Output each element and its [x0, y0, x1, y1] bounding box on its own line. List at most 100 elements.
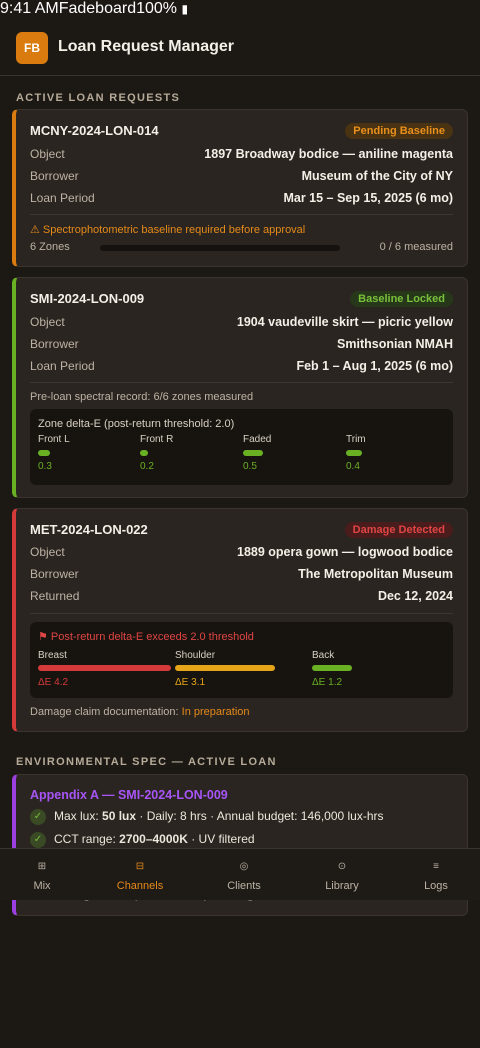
status-bar: 9:41 AMFadeboard100% ▮: [0, 0, 188, 20]
cct-value: 2700–4000K: [119, 832, 188, 847]
tab-mix[interactable]: ⊞ Mix: [0, 849, 90, 901]
loan-id: MET-2024-LON-022: [30, 522, 148, 537]
library-icon: ⊙: [337, 861, 347, 872]
lux-suffix: · Daily: 8 hrs · Annual budget: 146,000 …: [136, 809, 384, 824]
zone-bar-shoulder: [175, 665, 275, 671]
tab-label: Mix: [33, 880, 51, 892]
detail-key: Object: [30, 315, 65, 329]
zone-bar-faded: [243, 450, 263, 456]
detail-key: Borrower: [30, 169, 79, 183]
tab-library[interactable]: ⊙ Library: [294, 849, 390, 901]
status-badge: Baseline Locked: [350, 291, 453, 307]
tab-label: Library: [325, 880, 359, 892]
detail-key: Object: [30, 147, 65, 161]
measured-count: 0 / 6 measured: [379, 241, 453, 253]
tab-label: Logs: [424, 880, 448, 892]
lux-value: 50 lux: [102, 809, 137, 824]
zone-bar-back: [312, 665, 352, 671]
detail-row-borrower: Borrower Smithsonian NMAH: [30, 337, 453, 355]
zone-panel-title: Zone delta-E (post-return threshold: 2.0…: [38, 418, 235, 430]
tab-channels[interactable]: ⊟ Channels: [92, 849, 188, 901]
claim-label: Damage claim documentation:: [30, 706, 182, 718]
measurement-progress-track: [100, 245, 340, 251]
loan-card-mcny[interactable]: MCNY-2024-LON-014 Pending Baseline Objec…: [12, 109, 468, 267]
zone-value-back: ΔE 1.2: [312, 677, 343, 688]
detail-key: Borrower: [30, 567, 79, 581]
logs-icon: ≡: [433, 861, 439, 872]
spec-row-lux: ✓ Max lux: 50 lux · Daily: 8 hrs · Annual…: [30, 809, 384, 825]
battery-icon: ▮: [181, 2, 189, 16]
threshold-alert: ⚑ Post-return delta-E exceeds 2.0 thresh…: [38, 631, 254, 643]
detail-row-object: Object 1897 Broadway bodice — aniline ma…: [30, 147, 453, 165]
zone-label-breast: Breast: [38, 650, 67, 661]
spectral-record-note: Pre-loan spectral record: 6/6 zones meas…: [30, 391, 254, 403]
zone-value-trim: 0.4: [346, 461, 360, 472]
check-icon: ✓: [30, 832, 46, 848]
zone-label-shoulder: Shoulder: [175, 650, 216, 661]
zone-value-breast: ΔE 4.2: [38, 677, 69, 688]
cct-prefix: CCT range:: [54, 832, 120, 847]
zone-bar-trim: [346, 450, 362, 456]
app-logo: FB: [16, 32, 48, 64]
claim-status[interactable]: In preparation: [182, 706, 250, 718]
detail-value: Feb 1 – Aug 1, 2025 (6 mo): [296, 359, 453, 373]
clients-icon: ◎: [239, 861, 249, 872]
status-battery: 100%: [136, 0, 178, 17]
channels-icon: ⊟: [135, 861, 145, 872]
mix-icon: ⊞: [37, 861, 47, 872]
detail-row-loan-period: Loan Period Mar 15 – Sep 15, 2025 (6 mo): [30, 191, 453, 209]
app-title: Loan Request Manager: [58, 38, 235, 55]
detail-value: The Metropolitan Museum: [298, 567, 453, 581]
detail-row-object: Object 1904 vaudeville skirt — picric ye…: [30, 315, 453, 333]
detail-row-returned: Returned Dec 12, 2024: [30, 589, 453, 607]
baseline-warning: ⚠ Spectrophotometric baseline required b…: [30, 224, 306, 236]
zone-value-front-r: 0.2: [140, 461, 154, 472]
app-header: FB Loan Request Manager: [0, 24, 480, 76]
bottom-tab-bar: ⊞ Mix ⊟ Channels ◎ Clients ⊙ Library ≡ L…: [0, 848, 480, 900]
damage-claim-line: Damage claim documentation: In preparati…: [30, 706, 250, 718]
status-badge: Damage Detected: [344, 522, 453, 538]
spec-title: Appendix A — SMI-2024-LON-009: [30, 788, 228, 802]
detail-value: Mar 15 – Sep 15, 2025 (6 mo): [283, 191, 453, 205]
status-carrier: Fadeboard: [58, 0, 137, 17]
status-badge: Pending Baseline: [345, 123, 453, 139]
detail-key: Returned: [30, 589, 80, 603]
zone-label-front-l: Front L: [38, 434, 70, 445]
zone-label-back: Back: [312, 650, 335, 661]
loan-card-met[interactable]: MET-2024-LON-022 Damage Detected Object …: [12, 508, 468, 732]
detail-row-borrower: Borrower The Metropolitan Museum: [30, 567, 453, 585]
detail-value: 1897 Broadway bodice — aniline magenta: [204, 147, 453, 161]
detail-value: 1904 vaudeville skirt — picric yellow: [236, 315, 453, 329]
detail-key: Borrower: [30, 337, 79, 351]
detail-key: Loan Period: [30, 191, 95, 205]
loan-id: MCNY-2024-LON-014: [30, 123, 159, 138]
section-heading-active: ACTIVE LOAN REQUESTS: [16, 92, 181, 104]
zone-value-faded: 0.5: [243, 461, 257, 472]
damage-delta-panel: ⚑ Post-return delta-E exceeds 2.0 thresh…: [30, 622, 453, 698]
zone-value-shoulder: ΔE 3.1: [175, 677, 206, 688]
detail-value: 1889 opera gown — logwood bodice: [237, 545, 453, 559]
divider: [30, 613, 453, 614]
detail-row-object: Object 1889 opera gown — logwood bodice: [30, 545, 453, 563]
zones-count: 6 Zones: [30, 241, 70, 253]
zone-bar-breast: [38, 665, 171, 671]
zone-label-faded: Faded: [243, 434, 272, 445]
detail-key: Loan Period: [30, 359, 95, 373]
loan-card-smi[interactable]: SMI-2024-LON-009 Baseline Locked Object …: [12, 277, 468, 498]
tab-logs[interactable]: ≡ Logs: [388, 849, 480, 901]
detail-key: Object: [30, 545, 65, 559]
section-heading-env: ENVIRONMENTAL SPEC — ACTIVE LOAN: [16, 756, 277, 768]
zone-label-front-r: Front R: [140, 434, 174, 445]
cct-suffix: · UV filtered: [187, 832, 255, 847]
spec-row-cct: ✓ CCT range: 2700–4000K · UV filtered: [30, 832, 255, 848]
tab-clients[interactable]: ◎ Clients: [196, 849, 292, 901]
status-time: 9:41 AM: [0, 0, 59, 17]
zone-bar-front-r: [140, 450, 148, 456]
detail-row-loan-period: Loan Period Feb 1 – Aug 1, 2025 (6 mo): [30, 359, 453, 377]
zone-bar-front-l: [38, 450, 50, 456]
tab-label: Channels: [116, 880, 164, 892]
tab-label: Clients: [227, 880, 261, 892]
detail-value: Dec 12, 2024: [377, 589, 453, 603]
divider: [30, 214, 453, 215]
detail-value: Museum of the City of NY: [301, 169, 453, 183]
